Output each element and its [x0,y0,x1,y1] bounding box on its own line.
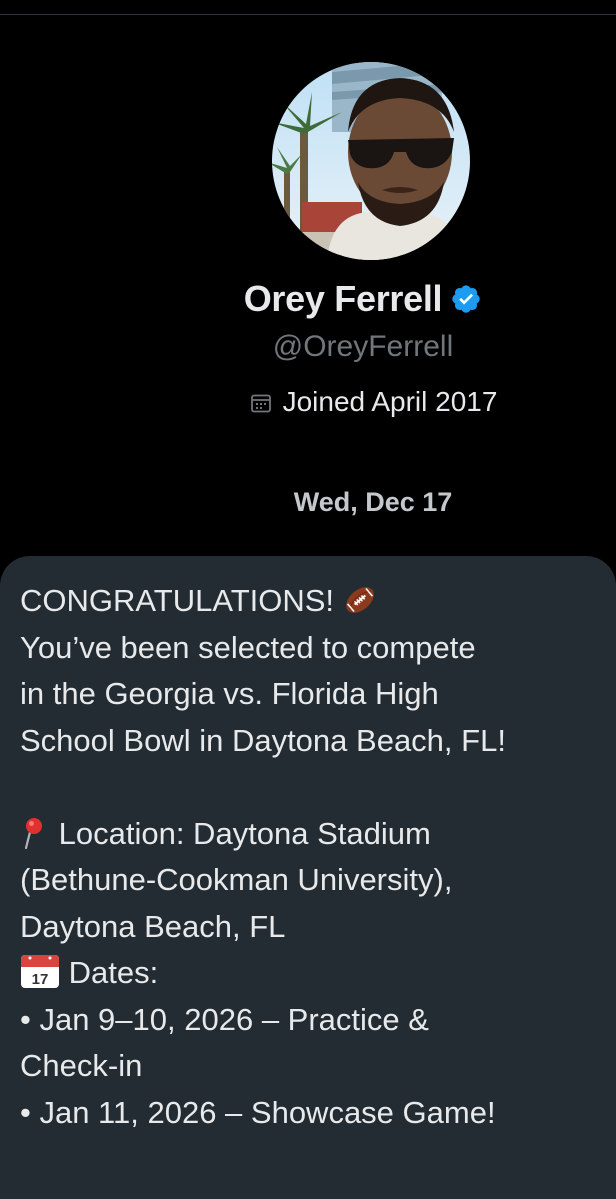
avatar[interactable] [272,62,470,260]
verified-badge-icon [450,283,482,315]
message-line: 17 Dates: [20,950,610,997]
date-separator: Wed, Dec 17 [293,487,453,517]
message-line: in the Georgia vs. Florida High [20,676,439,711]
message-line: • Jan 9–10, 2026 – Practice & [20,1001,429,1037]
message-line: You’ve been selected to compete [20,629,476,665]
joined-date-text: Joined April 2017 [282,386,498,417]
message-line-blank [20,764,610,811]
message-line: Location: Daytona Stadium [20,811,610,858]
profile-handle[interactable]: @OreyFerrell [0,330,616,364]
calendar-date-icon: 17 [20,953,60,1003]
football-icon [343,583,377,631]
calendar-icon [249,390,273,414]
message-line: School Bowl in Daytona Beach, FL! [20,722,506,758]
top-divider [0,14,616,15]
message-text: CONGRATULATIONS! You’ve been selected to… [20,578,610,1136]
message-line: CONGRATULATIONS! [20,578,610,625]
message-line: Daytona Beach, FL [20,908,286,944]
dm-conversation-screen: Orey Ferrell @OreyFerrell Joined April 2… [0,0,616,1199]
message-line: (Bethune-Cookman University), [20,862,453,897]
profile-name-row: Orey Ferrell [0,278,616,320]
calendar-date-number: 17 [32,971,49,988]
joined-date-row: Joined April 2017 [0,386,616,418]
display-name[interactable]: Orey Ferrell [244,278,443,320]
message-line: Check-in [20,1048,143,1083]
message-line: • Jan 11, 2026 – Showcase Game! [20,1094,496,1130]
pin-icon [20,816,50,864]
